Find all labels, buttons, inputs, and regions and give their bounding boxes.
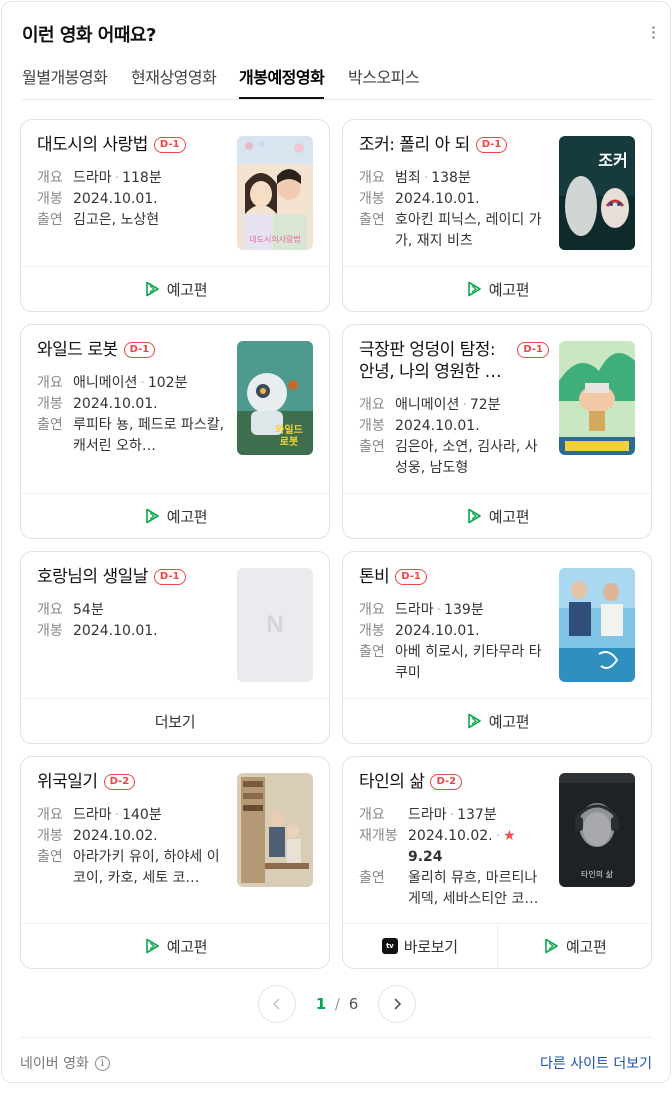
watch-now-button[interactable]: tv 바로보기	[343, 924, 497, 968]
info-icon[interactable]: i	[94, 1055, 110, 1071]
tab-bar: 월별개봉영화 현재상영영화 개봉예정영화 박스오피스	[22, 58, 654, 100]
panel-footer: 네이버 영화 i 다른 사이트 더보기	[20, 1037, 652, 1083]
next-page-button[interactable]	[378, 985, 416, 1023]
movie-poster[interactable]: 조커	[559, 136, 635, 250]
trailer-button[interactable]: 예고편	[343, 267, 651, 311]
d-day-badge: D-2	[103, 774, 136, 790]
movie-info: 개요 드라마 · 118분 개봉 2024.10.01. 출연 김고은, 노상현	[37, 170, 162, 228]
movie-poster[interactable]: 타인의 삶	[559, 773, 635, 887]
svg-text:로봇: 로봇	[280, 436, 298, 448]
source-label: 네이버 영화	[20, 1056, 89, 1072]
movie-title[interactable]: 타인의 삶	[359, 771, 425, 793]
movie-poster[interactable]: 대도시의사랑법	[237, 136, 313, 250]
page-indicator: 1 / 6	[315, 995, 359, 1013]
movie-title[interactable]: 극장판 엉덩이 탐정: 안녕, 나의 영원한 …	[359, 339, 507, 383]
tab-now-showing[interactable]: 현재상영영화	[131, 64, 217, 99]
trailer-button[interactable]: 예고편	[21, 924, 329, 968]
poster-placeholder[interactable]: N	[237, 568, 313, 682]
play-icon	[145, 508, 159, 524]
movie-info: 개요 드라마 · 139분 개봉 2024.10.01. 출연 아베 히로시, 키타무라 …	[359, 602, 542, 681]
movie-poster[interactable]	[237, 773, 313, 887]
tab-monthly-releases[interactable]: 월별개봉영화	[22, 64, 108, 99]
movie-title[interactable]: 위국일기	[37, 771, 98, 793]
movie-info: 개요 애니메이션 · 102분 개봉 2024.10.01. 출연 루피타 뇽, 페드로 …	[37, 375, 225, 454]
svg-text:대도시의사랑법: 대도시의사랑법	[249, 234, 301, 244]
movie-info: 개요 드라마 · 140분 개봉 2024.10.02. 출연 아라가키 유이, 하야세 …	[37, 807, 220, 886]
play-icon	[145, 938, 159, 954]
movie-title[interactable]: 대도시의 사랑법	[37, 134, 148, 156]
svg-text:조커: 조커	[598, 151, 627, 170]
naver-logo-icon: N	[266, 611, 284, 638]
more-vertical-icon[interactable]	[647, 22, 659, 42]
movie-title[interactable]: 호랑님의 생일날	[37, 566, 148, 588]
movie-card[interactable]: 톤비 D-1 개요 드라마 · 139분 개봉 2024.10.01. 출연 아베 히로시…	[342, 551, 652, 744]
movie-card[interactable]: 타인의 삶 D-2 개요 드라마 · 137분 재개봉 2024.10.02. · ★ 9.…	[342, 756, 652, 969]
trailer-button[interactable]: 예고편	[496, 924, 652, 968]
play-icon	[145, 281, 159, 297]
movie-poster[interactable]	[559, 341, 635, 455]
d-day-badge: D-1	[153, 569, 186, 585]
trailer-button[interactable]: 예고편	[21, 494, 329, 538]
svg-text:와일드: 와일드	[275, 423, 303, 436]
play-icon	[545, 938, 558, 954]
trailer-button[interactable]: 예고편	[21, 267, 329, 311]
star-icon: ★	[503, 828, 516, 844]
movie-card[interactable]: 대도시의 사랑법 D-1 개요 드라마 · 118분 개봉 2024.10.01. 출연…	[20, 119, 330, 312]
movie-card[interactable]: 위국일기 D-2 개요 드라마 · 140분 개봉 2024.10.02. 출연 아라가키…	[20, 756, 330, 969]
movie-card[interactable]: 호랑님의 생일날 D-1 개요 54분 개봉 2024.10.01. N 더보기	[20, 551, 330, 744]
movie-title[interactable]: 와일드 로봇	[37, 339, 118, 361]
play-icon	[467, 281, 481, 297]
d-day-badge: D-1	[517, 342, 549, 358]
d-day-badge: D-1	[153, 137, 186, 153]
movie-title[interactable]: 조커: 폴리 아 되	[359, 134, 470, 156]
panel-title: 이런 영화 어때요?	[22, 25, 156, 46]
movie-card[interactable]: 와일드 로봇 D-1 개요 애니메이션 · 102분 개봉 2024.10.01. 출연…	[20, 324, 330, 539]
pagination: 1 / 6	[258, 985, 416, 1023]
movie-poster[interactable]: 와일드 로봇	[237, 341, 313, 455]
movie-title[interactable]: 톤비	[359, 566, 390, 588]
more-button[interactable]: 더보기	[21, 699, 329, 743]
movie-info: 개요 54분 개봉 2024.10.01.	[37, 602, 158, 639]
d-day-badge: D-1	[475, 137, 508, 153]
prev-page-button[interactable]	[258, 985, 296, 1023]
chevron-right-icon	[394, 998, 402, 1010]
svg-text:타인의 삶: 타인의 삶	[581, 869, 614, 879]
movie-card[interactable]: 조커: 폴리 아 되 D-1 개요 범죄 · 138분 개봉 2024.10.01. 출…	[342, 119, 652, 312]
chevron-left-icon	[272, 998, 280, 1010]
movie-info: 개요 드라마 · 137분 재개봉 2024.10.02. · ★ 9.24 출연 울리히 뮤…	[359, 807, 539, 907]
movie-info: 개요 애니메이션 · 72분 개봉 2024.10.01. 출연 김은아, 소연, 김사라…	[359, 397, 538, 476]
apple-tv-icon: tv	[381, 938, 398, 954]
movie-poster[interactable]	[559, 568, 635, 682]
play-icon	[467, 713, 481, 729]
d-day-badge: D-2	[430, 774, 463, 790]
other-sites-link[interactable]: 다른 사이트 더보기	[540, 1053, 652, 1073]
tab-box-office[interactable]: 박스오피스	[348, 64, 420, 99]
d-day-badge: D-1	[395, 569, 427, 585]
trailer-button[interactable]: 예고편	[343, 699, 651, 743]
movie-card[interactable]: 극장판 엉덩이 탐정: 안녕, 나의 영원한 … D-1 개요 애니메이션 · 72분…	[342, 324, 652, 539]
d-day-badge: D-1	[123, 342, 156, 358]
play-icon	[467, 508, 481, 524]
movie-info: 개요 범죄 · 138분 개봉 2024.10.01. 출연 호아킨 피닉스, 레이디 가…	[359, 170, 542, 249]
tab-upcoming[interactable]: 개봉예정영화	[239, 64, 325, 99]
trailer-button[interactable]: 예고편	[343, 494, 651, 538]
rating-score: 9.24	[408, 849, 443, 865]
